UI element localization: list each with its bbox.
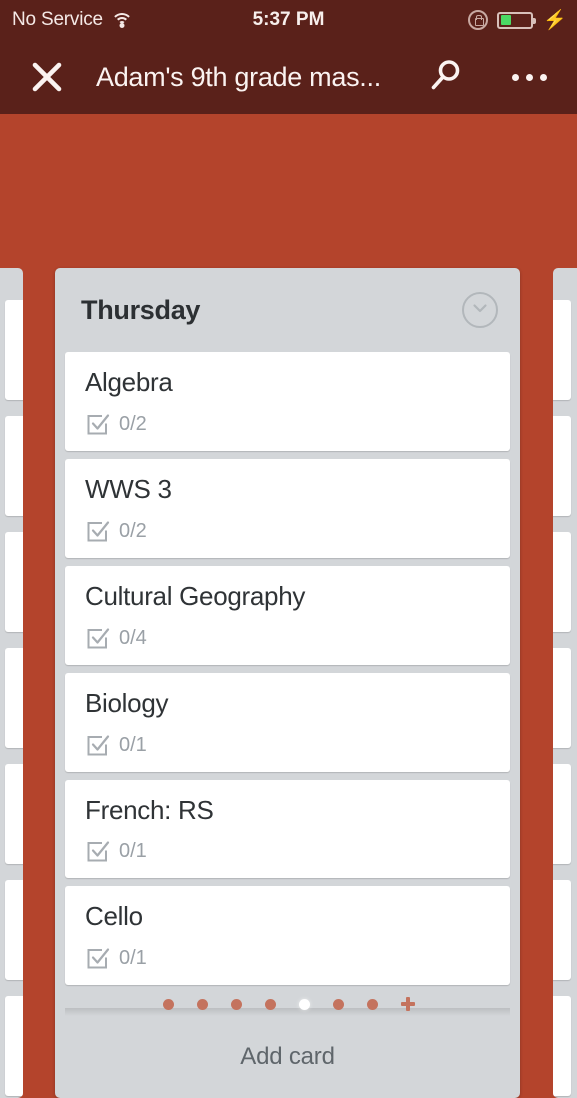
pager-dot[interactable] (196, 998, 208, 1010)
card-badges: 0/2 (85, 519, 490, 544)
card[interactable]: Algebra 0/2 (65, 352, 510, 451)
list-peek-next[interactable] (553, 268, 577, 1098)
overflow-menu-icon (511, 73, 519, 81)
list-header: Thursday (55, 268, 520, 352)
peek-card[interactable] (553, 532, 571, 632)
overflow-menu-icon-dot2 (525, 73, 533, 81)
pager-dot-active[interactable] (298, 998, 310, 1010)
search-icon (428, 57, 464, 98)
search-button[interactable] (422, 53, 470, 101)
card-title: Biology (85, 687, 169, 718)
status-bar-right: ⚡ (468, 10, 567, 30)
add-card-button[interactable]: Add card (55, 1016, 520, 1098)
list-menu-button[interactable] (462, 292, 498, 328)
checklist-icon (85, 946, 110, 971)
close-icon (30, 60, 64, 94)
card-title: French: RS (85, 794, 214, 825)
rotation-lock-icon (468, 10, 489, 30)
card[interactable]: Biology 0/1 (65, 672, 510, 772)
list-title: Thursday (81, 294, 201, 325)
overflow-menu-icon-dot3 (539, 73, 547, 81)
card-title: Cello (85, 901, 143, 932)
list-peek-previous[interactable] (0, 268, 23, 1098)
checklist-count: 0/2 (119, 412, 147, 435)
card-title: Algebra (85, 367, 173, 397)
status-bar: No Service 5:37 PM ⚡ (0, 0, 577, 40)
peek-card[interactable] (5, 532, 23, 632)
pager-dot[interactable] (230, 998, 242, 1010)
board-canvas[interactable]: Thursday Algebra 0/2 WWS 3 0/2 Cultural Geog… (0, 114, 577, 1098)
card-title: WWS 3 (85, 473, 172, 504)
peek-card[interactable] (5, 764, 23, 864)
clock-label: 5:37 PM (252, 9, 325, 30)
card[interactable]: WWS 3 0/2 (65, 458, 510, 558)
checklist-icon (85, 626, 110, 651)
board-title[interactable]: Adam's 9th grade mas... (96, 62, 406, 93)
plus-icon[interactable] (400, 997, 415, 1011)
peek-card[interactable] (5, 300, 23, 400)
board-pager (0, 984, 577, 1024)
checklist-icon (85, 412, 110, 437)
card-title: Cultural Geography (85, 580, 306, 611)
checklist-icon (85, 733, 110, 758)
lightning-bolt-icon: ⚡ (543, 9, 567, 31)
peek-card[interactable] (553, 648, 571, 748)
checklist-icon (85, 839, 110, 864)
pager-dot[interactable] (366, 998, 378, 1010)
checklist-count: 0/1 (119, 840, 147, 863)
chevron-down-circle-icon (470, 298, 490, 323)
pager-dot[interactable] (162, 998, 174, 1010)
card[interactable]: French: RS 0/1 (65, 779, 510, 879)
peek-card[interactable] (553, 880, 571, 980)
card[interactable]: Cello 0/1 (65, 886, 510, 986)
checklist-count: 0/2 (119, 519, 147, 542)
peek-card[interactable] (5, 880, 23, 980)
peek-card[interactable] (553, 300, 571, 400)
peek-card[interactable] (5, 416, 23, 516)
pager-dot[interactable] (264, 998, 276, 1010)
app-bar: Adam's 9th grade mas... (0, 40, 577, 114)
card-list[interactable]: Algebra 0/2 WWS 3 0/2 Cultural Geography 0/4 B… (55, 352, 520, 1016)
peek-card[interactable] (553, 416, 571, 516)
overflow-menu-button[interactable] (501, 53, 557, 101)
card-badges: 0/1 (85, 733, 490, 758)
peek-card[interactable] (5, 648, 23, 748)
peek-card[interactable] (553, 764, 571, 864)
checklist-count: 0/1 (119, 733, 147, 756)
card[interactable]: Cultural Geography 0/4 (65, 565, 510, 665)
card-badges: 0/1 (85, 946, 490, 971)
card-badges: 0/4 (85, 626, 490, 651)
checklist-count: 0/1 (119, 947, 147, 970)
battery-icon (497, 11, 537, 29)
pager-dot[interactable] (332, 998, 344, 1010)
checklist-icon (85, 519, 110, 544)
list-thursday[interactable]: Thursday Algebra 0/2 WWS 3 0/2 Cultural Geog… (55, 268, 520, 1098)
checklist-count: 0/4 (119, 626, 147, 649)
card-badges: 0/1 (85, 839, 490, 864)
card-badges: 0/2 (85, 412, 490, 437)
close-button[interactable] (24, 54, 70, 100)
